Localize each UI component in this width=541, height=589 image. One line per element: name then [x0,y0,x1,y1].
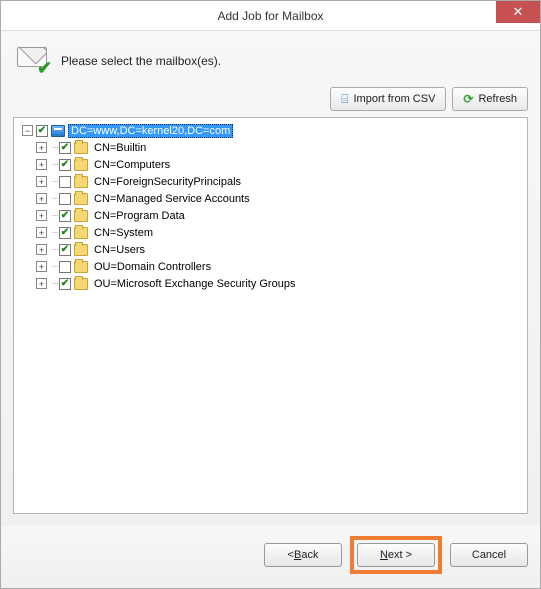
mailbox-check-icon: ✔ [17,47,51,75]
tree-child-node[interactable]: + ··· OU=Domain Controllers [16,258,525,275]
expand-toggle[interactable]: + [36,193,47,204]
import-label: Import from CSV [354,93,436,105]
checkbox[interactable] [59,159,71,171]
tree-connector: ··· [51,193,58,204]
expand-toggle[interactable]: + [36,176,47,187]
tree-node-label: OU=Microsoft Exchange Security Groups [91,278,298,290]
checkbox[interactable] [59,176,71,188]
folder-icon [74,176,88,188]
folder-icon [74,244,88,256]
content-area: ✔ Please select the mailbox(es). ⌸ Impor… [1,31,540,526]
checkbox[interactable] [59,244,71,256]
expand-toggle[interactable]: + [36,142,47,153]
toolbar: ⌸ Import from CSV ⟳ Refresh [13,87,528,111]
tree-node-label: CN=Program Data [91,210,188,222]
expand-toggle[interactable]: + [36,278,47,289]
tree-connector: ··· [51,142,58,153]
folder-icon [74,261,88,273]
checkbox[interactable] [59,227,71,239]
tree-connector: ··· [51,210,58,221]
import-csv-button[interactable]: ⌸ Import from CSV [330,87,446,111]
tree-connector: ··· [51,278,58,289]
expand-toggle[interactable]: + [36,244,47,255]
back-button[interactable]: < Back [264,543,342,567]
tree-child-node[interactable]: + ··· OU=Microsoft Exchange Security Group… [16,275,525,292]
expand-toggle[interactable]: + [36,159,47,170]
expand-toggle[interactable]: − [22,125,33,136]
tree-node-label: CN=Computers [91,159,173,171]
refresh-label: Refresh [478,93,517,105]
refresh-button[interactable]: ⟳ Refresh [452,87,528,111]
tree-child-node[interactable]: + ··· CN=Users [16,241,525,258]
tree-connector: ··· [51,176,58,187]
checkbox[interactable] [59,193,71,205]
window-title: Add Job for Mailbox [217,9,323,23]
close-button[interactable]: ✕ [496,1,540,23]
tree-node-label: CN=ForeignSecurityPrincipals [91,176,244,188]
tree-child-node[interactable]: + ··· CN=Computers [16,156,525,173]
instruction-text: Please select the mailbox(es). [61,54,221,68]
titlebar: Add Job for Mailbox ✕ [1,1,540,31]
tree-child-node[interactable]: + ··· CN=System [16,224,525,241]
checkbox[interactable] [59,210,71,222]
tree-node-label: OU=Domain Controllers [91,261,214,273]
folder-icon [74,227,88,239]
tree-child-node[interactable]: + ··· CN=Builtin [16,139,525,156]
tree-connector: ··· [51,261,58,272]
tree-child-node[interactable]: + ··· CN=Program Data [16,207,525,224]
footer-buttons: < Back Next > Cancel [1,526,540,588]
tree-connector: ··· [51,227,58,238]
tree-node-label: CN=System [91,227,156,239]
folder-icon [74,159,88,171]
tree-root-node[interactable]: − DC=www,DC=kernel20,DC=com [16,122,525,139]
tree-root-label: DC=www,DC=kernel20,DC=com [68,124,233,138]
domain-icon [51,125,65,137]
mailbox-tree[interactable]: − DC=www,DC=kernel20,DC=com + ··· CN=Built… [13,117,528,514]
tree-node-label: CN=Managed Service Accounts [91,193,253,205]
dialog-window: Add Job for Mailbox ✕ ✔ Please select th… [0,0,541,589]
checkbox[interactable] [59,261,71,273]
folder-icon [74,193,88,205]
tree-connector: ··· [51,244,58,255]
checkbox[interactable] [59,142,71,154]
close-icon: ✕ [513,4,524,20]
folder-icon [74,210,88,222]
tree-node-label: CN=Builtin [91,142,149,154]
expand-toggle[interactable]: + [36,261,47,272]
tree-node-label: CN=Users [91,244,148,256]
next-button[interactable]: Next > [357,543,435,567]
tree-connector: ··· [51,159,58,170]
tree-child-node[interactable]: + ··· CN=ForeignSecurityPrincipals [16,173,525,190]
expand-toggle[interactable]: + [36,210,47,221]
folder-icon [74,278,88,290]
refresh-icon: ⟳ [463,92,473,106]
cancel-button[interactable]: Cancel [450,543,528,567]
expand-toggle[interactable]: + [36,227,47,238]
checkbox[interactable] [59,278,71,290]
checkbox[interactable] [36,125,48,137]
folder-icon [74,142,88,154]
tree-child-node[interactable]: + ··· CN=Managed Service Accounts [16,190,525,207]
import-icon: ⌸ [341,92,348,107]
instruction-row: ✔ Please select the mailbox(es). [13,41,528,87]
next-button-highlight: Next > [350,536,442,574]
